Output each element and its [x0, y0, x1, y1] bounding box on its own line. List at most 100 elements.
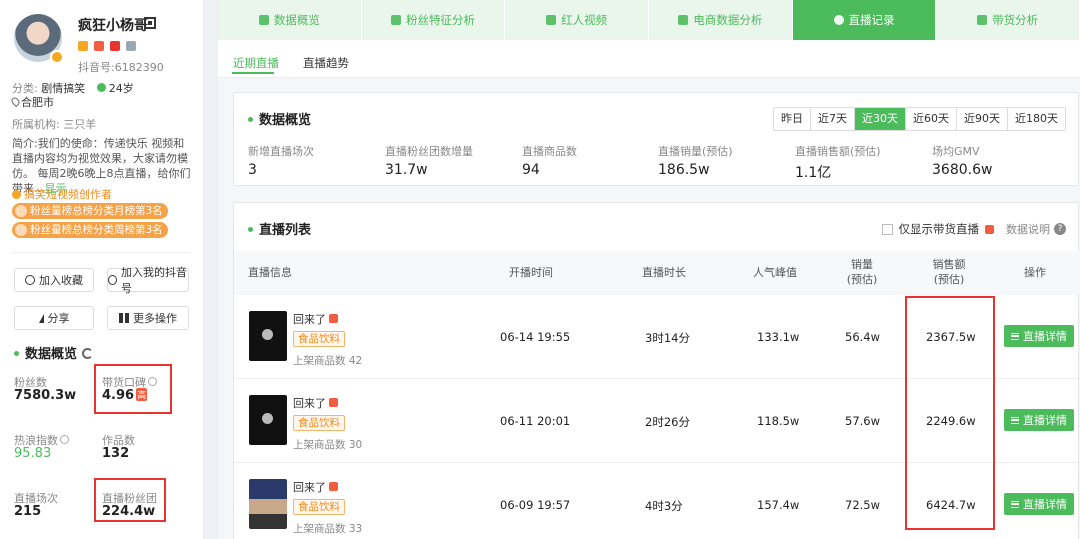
- live-title: 回来了: [293, 395, 338, 411]
- live-thumbnail[interactable]: [249, 395, 287, 445]
- th-sales: 销量 (预估): [846, 257, 878, 287]
- goods-count: 上架商品数 33: [293, 523, 363, 535]
- th-sales-line2: (预估): [846, 273, 878, 286]
- live-detail-label: 直播详情: [1023, 414, 1067, 427]
- live-thumbnail[interactable]: [249, 311, 287, 361]
- live-title-text: 回来了: [293, 313, 326, 326]
- heat-value: 95.83: [14, 446, 52, 461]
- id-card-icon: [391, 15, 401, 25]
- date-range-selector: 昨日 近7天 近30天 近60天 近90天 近180天: [773, 107, 1066, 131]
- kpi-value: 3680.6w: [932, 162, 993, 178]
- highlight-box-reputation: [94, 364, 172, 414]
- kpi-new-live: 新增直播场次 3: [248, 143, 314, 178]
- favorite-icon: [25, 275, 35, 285]
- tab-label: 直播记录: [848, 13, 895, 27]
- peak-viewers: 133.1w: [757, 330, 800, 344]
- info-icon[interactable]: [60, 435, 69, 444]
- th-duration: 直播时长: [642, 266, 686, 279]
- subtab-underline: [232, 72, 274, 74]
- tab-videos[interactable]: 红人视频: [505, 0, 650, 40]
- agency-line: 所属机构: 三只羊: [12, 118, 97, 131]
- data-note-link[interactable]: 数据说明?: [1006, 221, 1066, 237]
- sub-tabs: 近期直播 直播趋势: [218, 40, 1080, 78]
- sales-volume: 72.5w: [845, 498, 881, 512]
- live-list-title: 直播列表: [248, 219, 311, 238]
- range-180d[interactable]: 近180天: [1008, 108, 1065, 130]
- more-actions-label: 更多操作: [133, 312, 177, 325]
- tab-label: 数据概览: [273, 13, 320, 27]
- kpi-label: 场均GMV: [932, 145, 980, 158]
- th-info: 直播信息: [248, 266, 292, 279]
- crown-badge-icon: [110, 41, 120, 51]
- kpi-label: 直播销售额(预估): [795, 145, 881, 158]
- favorite-label: 加入收藏: [39, 274, 83, 287]
- tab-label: 电商数据分析: [693, 13, 763, 27]
- th-op: 操作: [1024, 266, 1046, 279]
- live-detail-button[interactable]: 直播详情: [1004, 409, 1074, 431]
- more-actions-button[interactable]: 更多操作: [107, 306, 189, 330]
- highlight-box-sales-amount: [905, 296, 995, 530]
- verified-icon: [50, 50, 64, 64]
- pie-icon: [258, 15, 269, 25]
- category-tag: 食品饮料: [293, 415, 345, 431]
- badge-row: [78, 41, 136, 51]
- creator-badge: 搞笑短视频创作者: [12, 186, 112, 202]
- divider: [12, 252, 190, 253]
- tab-live-records[interactable]: 直播记录: [792, 0, 937, 40]
- gutter: [204, 0, 218, 539]
- profile-sidebar: 疯狂小杨哥 抖音号:6182390 分类: 剧情搞笑 24岁 合肥市 所属机构:…: [0, 0, 204, 539]
- range-90d[interactable]: 近90天: [957, 108, 1008, 130]
- favorite-button[interactable]: 加入收藏: [14, 268, 94, 292]
- tab-overview[interactable]: 数据概览: [218, 0, 362, 40]
- subtab-recent-live[interactable]: 近期直播: [233, 55, 279, 71]
- highlight-box-fan-group: [94, 478, 166, 522]
- subtab-live-trend[interactable]: 直播趋势: [303, 55, 349, 71]
- range-yesterday[interactable]: 昨日: [774, 108, 811, 130]
- overview-title-text: 数据概览: [25, 347, 78, 362]
- top-nav: 数据概览 粉丝特征分析 红人视频 电商数据分析 直播记录 带货分析: [218, 0, 1080, 40]
- range-7d[interactable]: 近7天: [811, 108, 855, 130]
- th-amount-line2: (预估): [933, 273, 965, 286]
- goods-count: 上架商品数 42: [293, 355, 363, 367]
- live-title-text: 回来了: [293, 481, 326, 494]
- only-goods-checkbox[interactable]: [881, 223, 893, 235]
- star-badge-icon: [126, 41, 136, 51]
- th-start: 开播时间: [509, 266, 553, 279]
- tab-sales-analysis[interactable]: 带货分析: [936, 0, 1080, 40]
- range-30d[interactable]: 近30天: [855, 108, 906, 130]
- kpi-value: 3: [248, 162, 257, 178]
- tab-fans[interactable]: 粉丝特征分析: [362, 0, 506, 40]
- live-detail-button[interactable]: 直播详情: [1004, 325, 1074, 347]
- live-title: 回来了: [293, 479, 338, 495]
- sales-volume: 56.4w: [845, 330, 881, 344]
- kpi-sales-amount: 直播销售额(预估) 1.1亿: [795, 143, 881, 182]
- shop-badge-icon: [78, 41, 88, 51]
- table-header: 直播信息 开播时间 直播时长 人气峰值 销量 (预估) 销售额 (预估) 操作: [234, 251, 1080, 295]
- only-goods-filter[interactable]: 仅显示带货直播: [881, 221, 994, 237]
- share-button[interactable]: 分享: [14, 306, 94, 330]
- tab-ecommerce[interactable]: 电商数据分析: [649, 0, 793, 40]
- avatar[interactable]: [14, 14, 64, 64]
- add-mine-button[interactable]: 加入我的抖音号: [107, 266, 189, 295]
- live-overview-card: 数据概览 昨日 近7天 近30天 近60天 近90天 近180天 新增直播场次 3…: [233, 92, 1079, 186]
- fans-value: 7580.3w: [14, 388, 77, 403]
- kpi-label: 新增直播场次: [248, 145, 314, 158]
- range-60d[interactable]: 近60天: [906, 108, 957, 130]
- clock-icon: [833, 15, 844, 25]
- kpi-value: 186.5w: [658, 162, 710, 178]
- qr-code-icon[interactable]: [144, 17, 156, 29]
- live-badge-icon: [94, 41, 104, 51]
- kpi-label: 直播粉丝团数增量: [385, 145, 473, 158]
- goods-count: 上架商品数 30: [293, 439, 363, 451]
- share-icon: [38, 313, 44, 323]
- plus-circle-icon: [108, 275, 117, 285]
- th-amount-line1: 销售额: [932, 258, 966, 271]
- refresh-icon[interactable]: [82, 348, 94, 359]
- th-peak: 人气峰值: [753, 266, 797, 279]
- live-thumbnail[interactable]: [249, 479, 287, 529]
- douyin-id: 抖音号:6182390: [78, 61, 164, 74]
- live-count-value: 215: [14, 504, 42, 519]
- works-value: 132: [102, 446, 130, 461]
- grid-icon: [119, 313, 129, 323]
- live-detail-button[interactable]: 直播详情: [1004, 493, 1074, 515]
